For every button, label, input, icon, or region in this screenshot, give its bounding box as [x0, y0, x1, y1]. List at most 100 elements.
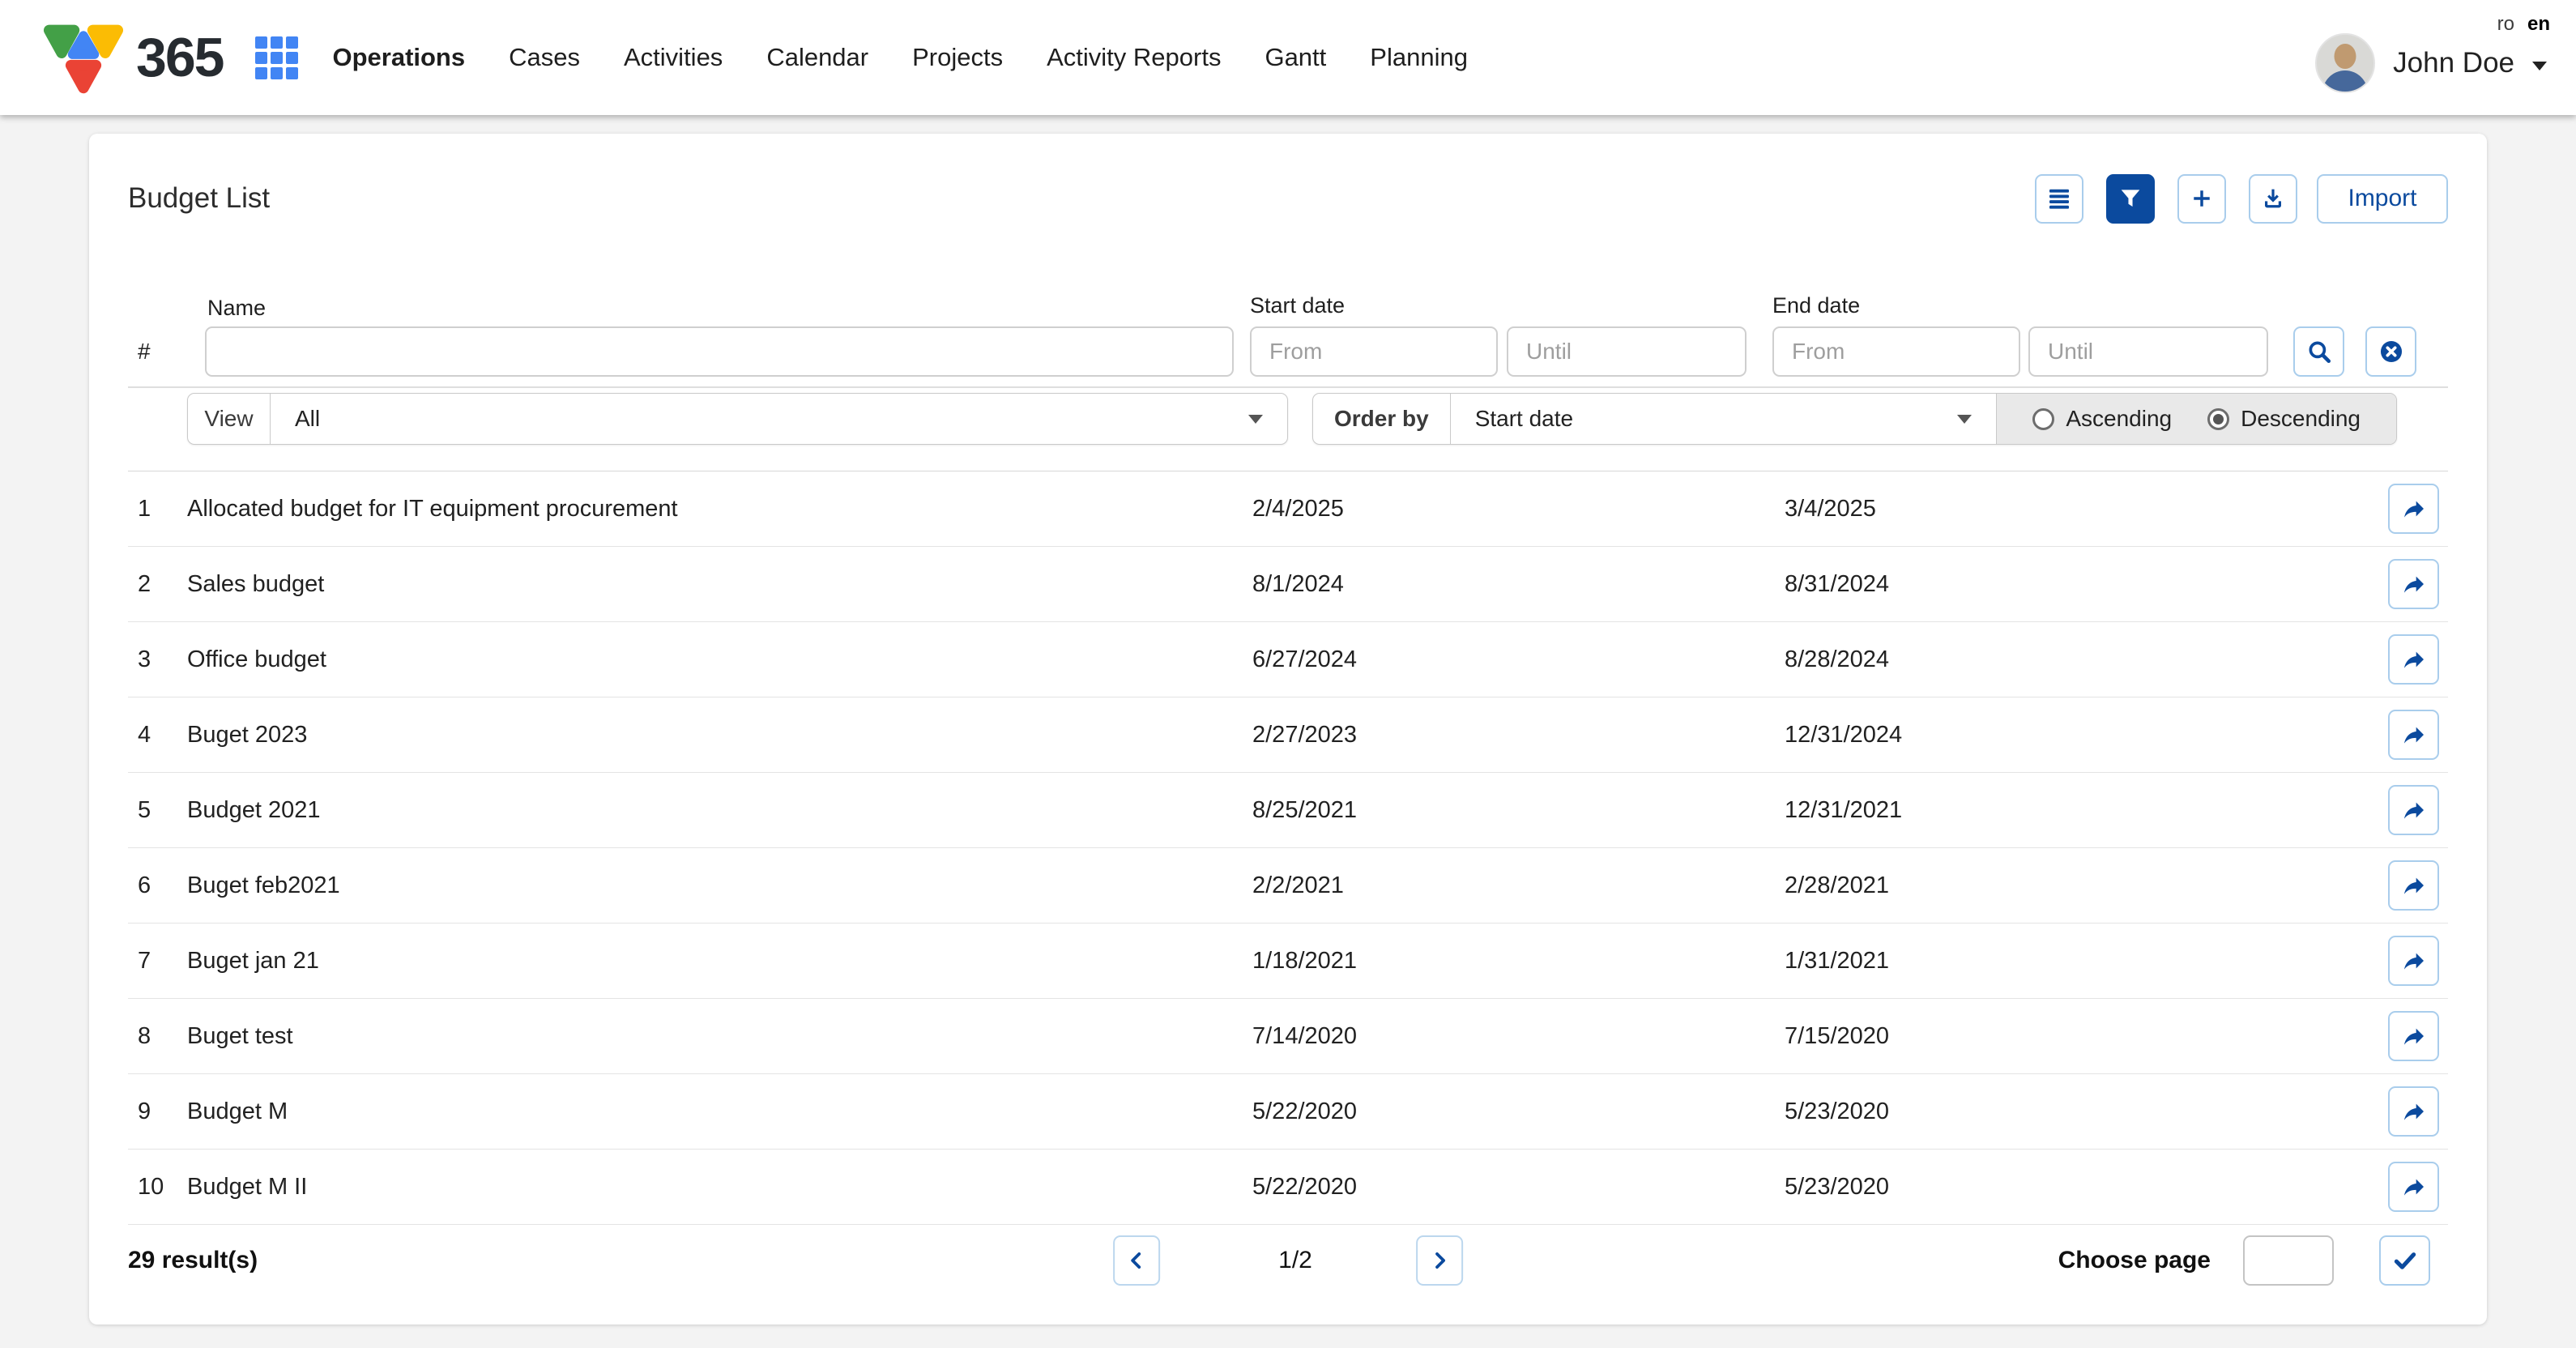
apps-grid-icon[interactable] — [255, 36, 298, 79]
budget-list-card: Budget List — [89, 134, 2487, 1325]
end-date-value: 1/31/2021 — [1785, 948, 2388, 975]
table-row: 2Sales budget8/1/20248/31/2024 — [128, 547, 2448, 622]
table-row: 8Buget test7/14/20207/15/2020 — [128, 999, 2448, 1074]
company-logo — [36, 17, 131, 98]
view-label: View — [188, 394, 271, 444]
user-menu[interactable]: John Doe — [2315, 33, 2547, 93]
start-date-value: 8/25/2021 — [1252, 797, 1785, 824]
pagination: 1/2 — [1113, 1235, 1463, 1286]
previous-page-button[interactable] — [1113, 1235, 1160, 1286]
end-date-value: 8/28/2024 — [1785, 646, 2388, 673]
view-select[interactable]: All — [271, 394, 1287, 444]
download-icon — [2260, 186, 2286, 211]
end-date-filter-label: End date — [1772, 293, 1860, 318]
sort-direction-group: Ascending Descending — [1996, 394, 2396, 444]
language-switch: ro en — [2497, 13, 2550, 36]
budget-name: Budget 2021 — [187, 797, 1252, 824]
nav-item-cases[interactable]: Cases — [509, 43, 580, 72]
results-count: 29 result(s) — [128, 1235, 258, 1286]
open-budget-button[interactable] — [2388, 860, 2439, 911]
import-button[interactable]: Import — [2317, 174, 2448, 224]
start-date-value: 5/22/2020 — [1252, 1174, 1785, 1201]
end-date-value: 7/15/2020 — [1785, 1023, 2388, 1050]
clear-filters-button[interactable] — [2365, 326, 2416, 377]
descending-radio-icon — [2207, 408, 2229, 430]
budget-name: Buget test — [187, 1023, 1252, 1050]
name-filter-input[interactable] — [205, 326, 1234, 377]
nav-item-projects[interactable]: Projects — [912, 43, 1003, 72]
start-date-value: 1/18/2021 — [1252, 948, 1785, 975]
budget-name: Buget jan 21 — [187, 948, 1252, 975]
end-date-value: 5/23/2020 — [1785, 1174, 2388, 1201]
row-number: 7 — [128, 948, 187, 975]
open-budget-button[interactable] — [2388, 785, 2439, 835]
open-budget-button[interactable] — [2388, 936, 2439, 986]
nav-item-gantt[interactable]: Gantt — [1265, 43, 1326, 72]
brand: 365 — [36, 17, 223, 98]
brand-name: 365 — [136, 26, 223, 89]
start-date-until-input[interactable] — [1507, 326, 1746, 377]
end-date-value: 8/31/2024 — [1785, 571, 2388, 598]
nav-item-calendar[interactable]: Calendar — [766, 43, 868, 72]
open-budget-button[interactable] — [2388, 1086, 2439, 1137]
go-to-page-button[interactable] — [2379, 1235, 2430, 1286]
forward-icon — [2401, 571, 2427, 597]
add-button[interactable] — [2177, 174, 2226, 224]
budget-name: Buget 2023 — [187, 722, 1252, 749]
row-number: 10 — [128, 1174, 187, 1201]
open-budget-button[interactable] — [2388, 559, 2439, 609]
user-name: John Doe — [2393, 47, 2514, 79]
open-budget-button[interactable] — [2388, 634, 2439, 685]
nav-item-planning[interactable]: Planning — [1370, 43, 1468, 72]
check-icon — [2391, 1247, 2419, 1274]
descending-radio[interactable]: Descending — [2207, 406, 2361, 432]
forward-icon — [2401, 1023, 2427, 1049]
order-by-select[interactable]: Start date — [1451, 394, 1997, 444]
nav-item-operations[interactable]: Operations — [332, 43, 465, 72]
start-date-value: 7/14/2020 — [1252, 1023, 1785, 1050]
search-button[interactable] — [2293, 326, 2344, 377]
filter-button[interactable] — [2106, 174, 2155, 224]
view-selected-value: All — [295, 406, 320, 432]
list-view-button[interactable] — [2035, 174, 2083, 224]
ascending-radio[interactable]: Ascending — [2032, 406, 2172, 432]
end-date-from-input[interactable] — [1772, 326, 2020, 377]
filter-icon — [2118, 186, 2143, 211]
lang-en[interactable]: en — [2527, 13, 2550, 36]
ascending-radio-icon — [2032, 408, 2054, 430]
choose-page-input[interactable] — [2243, 1235, 2334, 1286]
start-date-filter-label: Start date — [1250, 293, 1345, 318]
table-row: 7Buget jan 211/18/20211/31/2021 — [128, 924, 2448, 999]
nav-item-activity-reports[interactable]: Activity Reports — [1047, 43, 1221, 72]
row-number: 3 — [128, 646, 187, 673]
order-by-group: Order by Start date Ascending Descending — [1312, 393, 2397, 445]
table-row: 3Office budget6/27/20248/28/2024 — [128, 622, 2448, 697]
start-date-from-input[interactable] — [1250, 326, 1498, 377]
budget-name: Budget M II — [187, 1174, 1252, 1201]
name-filter-label: Name — [207, 296, 266, 321]
page-indicator: 1/2 — [1278, 1247, 1312, 1274]
budget-name: Allocated budget for IT equipment procur… — [187, 496, 1252, 523]
row-number: 5 — [128, 797, 187, 824]
forward-icon — [2401, 948, 2427, 974]
open-budget-button[interactable] — [2388, 1011, 2439, 1061]
open-budget-button[interactable] — [2388, 484, 2439, 534]
open-budget-button[interactable] — [2388, 710, 2439, 760]
table-row: 9Budget M5/22/20205/23/2020 — [128, 1074, 2448, 1150]
open-budget-button[interactable] — [2388, 1162, 2439, 1212]
nav-item-activities[interactable]: Activities — [624, 43, 723, 72]
budget-name: Sales budget — [187, 571, 1252, 598]
card-footer: 29 result(s) 1/2 Choose page — [128, 1235, 2448, 1286]
hash-column-label: # — [138, 326, 151, 377]
start-date-value: 6/27/2024 — [1252, 646, 1785, 673]
end-date-until-input[interactable] — [2028, 326, 2268, 377]
next-page-button[interactable] — [1416, 1235, 1463, 1286]
table-row: 10Budget M II5/22/20205/23/2020 — [128, 1150, 2448, 1225]
lang-ro[interactable]: ro — [2497, 13, 2514, 36]
view-group: View All — [187, 393, 1288, 445]
forward-icon — [2401, 496, 2427, 522]
budget-rows: 1Allocated budget for IT equipment procu… — [128, 471, 2448, 1225]
row-number: 2 — [128, 571, 187, 598]
filter-divider — [128, 386, 2448, 388]
download-button[interactable] — [2249, 174, 2297, 224]
